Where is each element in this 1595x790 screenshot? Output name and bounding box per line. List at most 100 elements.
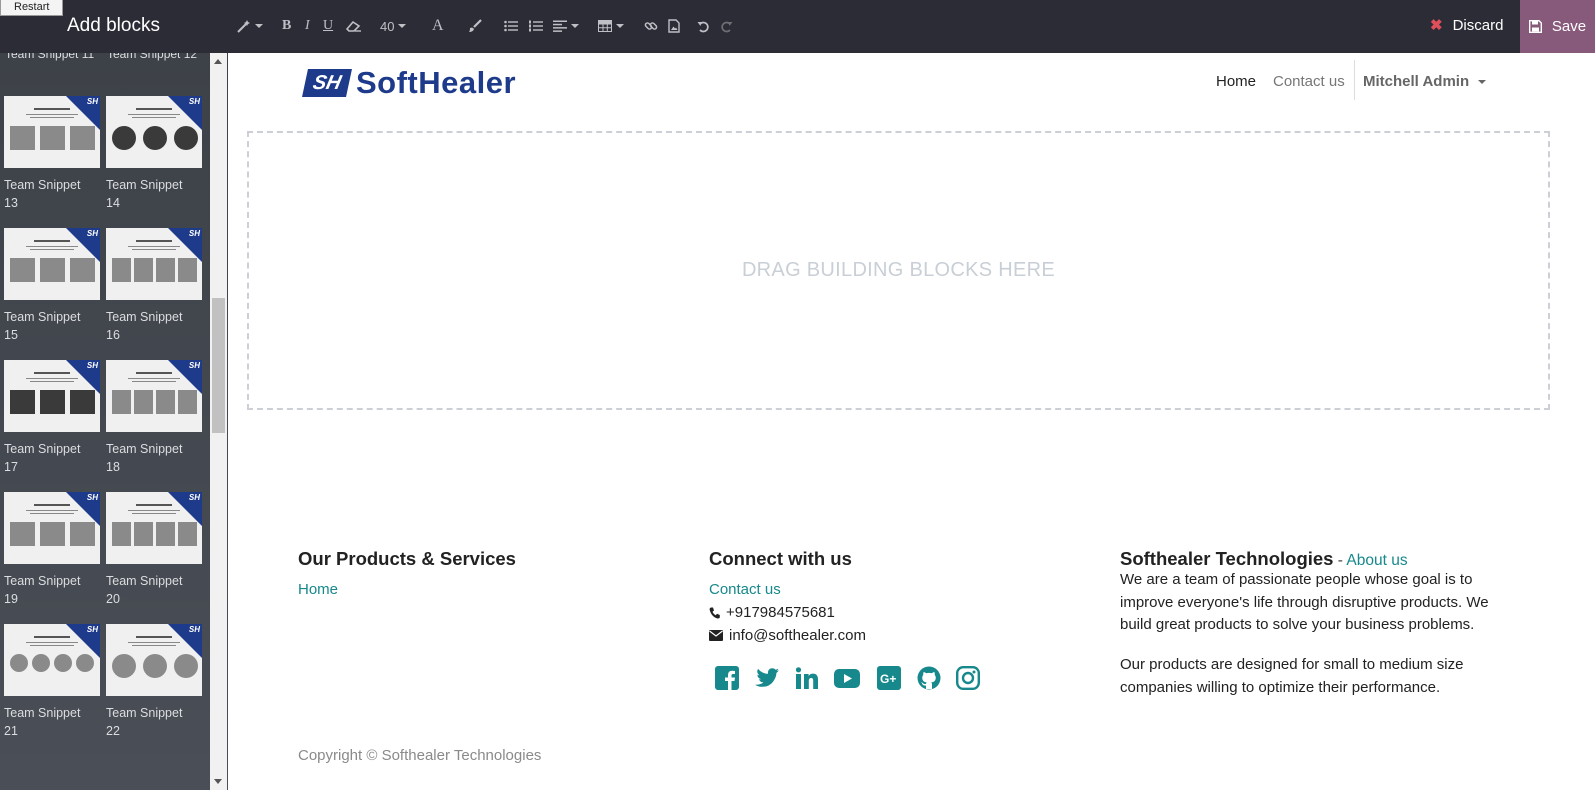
image-icon[interactable]: [668, 15, 680, 37]
snippet-tile[interactable]: SH Team Snippet 19: [4, 492, 100, 608]
nav-home[interactable]: Home: [1216, 73, 1256, 90]
snippet-tile[interactable]: SH Team Snippet 18: [106, 360, 202, 476]
snippet-12-label[interactable]: Team Snippet 12: [107, 53, 197, 63]
twitter-icon[interactable]: [754, 665, 780, 691]
table-dropdown[interactable]: [598, 15, 624, 37]
magic-wand-icon[interactable]: [237, 15, 263, 37]
youtube-icon[interactable]: [834, 665, 860, 691]
snippet-label: Team Snippet: [106, 706, 183, 720]
close-icon: ✖: [1430, 17, 1443, 34]
thumb-card: [10, 522, 35, 546]
thumb-card: [40, 522, 65, 546]
snippet-label: Team Snippet: [4, 442, 81, 456]
thumb-line: [34, 108, 70, 110]
thumb-line: [136, 108, 172, 110]
sh-badge-icon: SH: [86, 625, 98, 634]
thumb-card: [156, 390, 175, 414]
thumb-card: [156, 522, 175, 546]
snippet-tile[interactable]: SH Team Snippet 22: [106, 624, 202, 740]
snippet-tile[interactable]: SH Team Snippet 13: [4, 96, 100, 212]
unordered-list-icon[interactable]: [504, 15, 518, 37]
snippet-label: Team Snippet: [4, 178, 81, 192]
footer-home-link[interactable]: Home: [298, 581, 338, 598]
snippet-label: Team Snippet: [4, 310, 81, 324]
text-color-icon[interactable]: A: [432, 15, 444, 37]
scroll-up-arrow-icon[interactable]: [214, 59, 222, 64]
bold-icon[interactable]: B: [282, 15, 291, 37]
undo-icon[interactable]: [697, 15, 710, 37]
products-title: Our Products & Services: [298, 548, 516, 569]
about-us-link[interactable]: About us: [1346, 552, 1407, 569]
thumb-line: [128, 114, 180, 115]
thumb-line: [136, 504, 172, 506]
snippet-label: Team Snippet: [106, 178, 183, 192]
facebook-icon[interactable]: [714, 665, 740, 691]
snippet-11-label[interactable]: Team Snippet 11: [5, 53, 94, 63]
scroll-down-arrow-icon[interactable]: [214, 779, 222, 784]
envelope-icon: [709, 630, 723, 641]
sh-badge-icon: SH: [188, 493, 200, 502]
add-blocks-title: Add blocks: [67, 15, 160, 36]
snippet-tile[interactable]: SH Team Snippet 21: [4, 624, 100, 740]
sh-badge-icon: SH: [86, 229, 98, 238]
thumb-line: [30, 381, 74, 382]
thumb-card: [70, 390, 95, 414]
thumb-card: [134, 522, 153, 546]
ordered-list-icon[interactable]: [529, 15, 543, 37]
drop-zone[interactable]: DRAG BUILDING BLOCKS HERE: [247, 131, 1550, 410]
copyright-text: Copyright © Softhealer Technologies: [298, 747, 542, 764]
thumb-line: [26, 114, 78, 115]
thumb-card: [70, 522, 95, 546]
nav-contact-us[interactable]: Contact us: [1273, 73, 1345, 90]
sh-badge-icon: SH: [86, 493, 98, 502]
softhealer-logo[interactable]: SH SoftHealer: [302, 65, 516, 101]
snippet-tile[interactable]: SH Team Snippet 15: [4, 228, 100, 344]
font-size-dropdown[interactable]: 40: [380, 15, 407, 37]
snippet-number: 21: [4, 724, 18, 738]
snippet-number: 13: [4, 196, 18, 210]
snippet-tile[interactable]: SH Team Snippet 14: [106, 96, 202, 212]
github-icon[interactable]: [916, 665, 942, 691]
save-button[interactable]: Save: [1520, 0, 1595, 53]
snippet-thumbnail: SH: [106, 360, 202, 432]
snippet-number: 17: [4, 460, 18, 474]
linkedin-icon[interactable]: [794, 665, 820, 691]
footer-contact-link[interactable]: Contact us: [709, 581, 781, 598]
thumb-line: [128, 642, 180, 643]
link-icon[interactable]: [644, 15, 658, 37]
snippet-tile[interactable]: SH Team Snippet 20: [106, 492, 202, 608]
thumb-circle: [174, 126, 198, 150]
paint-brush-icon[interactable]: [468, 15, 482, 37]
sidebar-scrollbar[interactable]: [210, 53, 227, 790]
thumb-card: [178, 390, 197, 414]
user-menu[interactable]: Mitchell Admin: [1363, 73, 1487, 90]
snippet-thumbnail: SH: [4, 360, 100, 432]
redo-icon[interactable]: [720, 15, 733, 37]
thumb-line: [34, 636, 70, 638]
thumb-line: [26, 378, 78, 379]
eraser-icon[interactable]: [346, 15, 362, 37]
thumb-line: [30, 249, 74, 250]
snippet-number: 14: [106, 196, 120, 210]
discard-button[interactable]: ✖ Discard: [1430, 16, 1503, 35]
thumb-circle: [143, 126, 167, 150]
italic-icon[interactable]: I: [305, 15, 310, 37]
user-name: Mitchell Admin: [1363, 73, 1470, 90]
thumb-card: [112, 390, 131, 414]
snippet-thumbnail: SH: [106, 624, 202, 696]
snippet-label: Team Snippet: [106, 310, 183, 324]
google-plus-icon[interactable]: G+: [876, 665, 902, 691]
phone-icon: [709, 607, 720, 619]
snippet-tile[interactable]: SH Team Snippet 16: [106, 228, 202, 344]
save-label: Save: [1551, 18, 1587, 35]
floppy-disk-icon: [1528, 20, 1542, 33]
snippet-thumbnail: SH: [4, 228, 100, 300]
snippet-tile[interactable]: SH Team Snippet 17: [4, 360, 100, 476]
thumb-circle: [174, 654, 198, 678]
thumb-line: [26, 642, 78, 643]
snippet-number: 15: [4, 328, 18, 342]
underline-icon[interactable]: U: [323, 15, 333, 37]
scrollbar-thumb[interactable]: [212, 298, 225, 433]
instagram-icon[interactable]: [955, 665, 981, 691]
align-dropdown[interactable]: [553, 15, 579, 37]
